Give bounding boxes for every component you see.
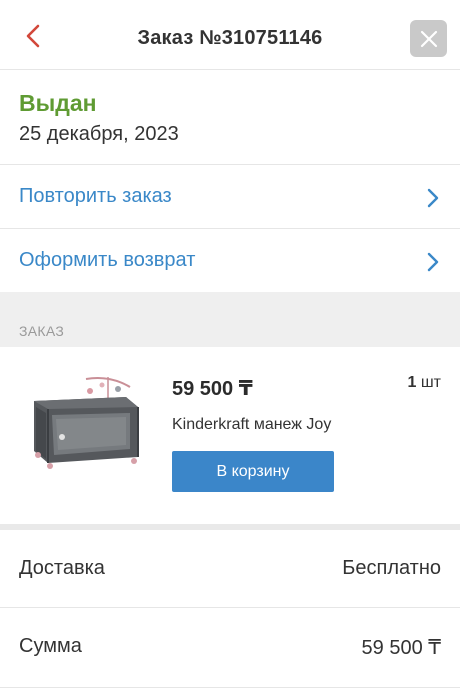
product-quantity: 1 шт <box>407 374 441 392</box>
return-order-label: Оформить возврат <box>19 249 196 271</box>
delivery-label: Доставка <box>19 557 105 579</box>
add-to-cart-button[interactable]: В корзину <box>172 451 334 492</box>
status-date: 25 декабря, 2023 <box>19 123 179 145</box>
close-button[interactable] <box>410 20 447 57</box>
return-order-item[interactable]: Оформить возврат <box>0 229 460 293</box>
total-row: Сумма 59 500 ₸ <box>0 608 460 688</box>
total-value: 59 500 ₸ <box>361 637 441 659</box>
order-section-header: ЗАКАЗ <box>0 292 460 347</box>
order-status: Выдан 25 декабря, 2023 <box>0 70 460 165</box>
product-name[interactable]: Kinderkraft манеж Joy <box>172 416 331 434</box>
delivery-value: Бесплатно <box>342 557 441 579</box>
chevron-right-icon <box>427 188 439 208</box>
page-title: Заказ №310751146 <box>137 27 323 49</box>
chevron-right-icon <box>427 252 439 272</box>
quantity-number: 1 <box>407 374 417 391</box>
total-label: Сумма <box>19 635 82 657</box>
product-card: 59 500 ₸ 1 шт Kinderkraft манеж Joy В ко… <box>0 347 460 524</box>
product-image[interactable] <box>26 373 144 473</box>
close-icon <box>420 30 437 47</box>
delivery-row: Доставка Бесплатно <box>0 530 460 608</box>
header: Заказ №310751146 <box>0 0 460 70</box>
repeat-order-label: Повторить заказ <box>19 185 172 207</box>
status-label: Выдан <box>19 90 97 116</box>
repeat-order-item[interactable]: Повторить заказ <box>0 165 460 229</box>
product-price: 59 500 ₸ <box>172 378 253 400</box>
section-title: ЗАКАЗ <box>19 323 65 339</box>
quantity-unit: шт <box>420 374 441 391</box>
